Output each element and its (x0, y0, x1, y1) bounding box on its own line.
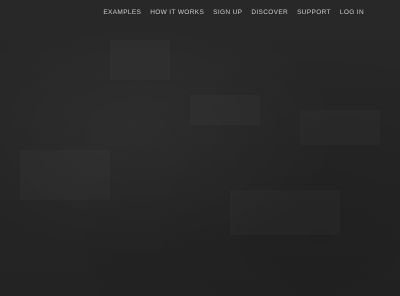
nav-link-sign-up[interactable]: SIGN UP (213, 9, 242, 16)
nav-link-discover[interactable]: DISCOVER (251, 9, 288, 16)
background-texture (110, 40, 170, 80)
background-texture (20, 150, 110, 200)
nav-link-how-it-works[interactable]: HOW IT WORKS (150, 9, 204, 16)
page-background: EXAMPLES HOW IT WORKS SIGN UP DISCOVER S… (0, 0, 400, 296)
background-texture (230, 190, 340, 235)
top-navigation: EXAMPLES HOW IT WORKS SIGN UP DISCOVER S… (103, 9, 364, 16)
nav-link-examples[interactable]: EXAMPLES (103, 9, 141, 16)
nav-link-log-in[interactable]: LOG IN (340, 9, 364, 16)
nav-link-support[interactable]: SUPPORT (297, 9, 331, 16)
background-texture (300, 110, 380, 145)
background-texture (190, 95, 260, 125)
